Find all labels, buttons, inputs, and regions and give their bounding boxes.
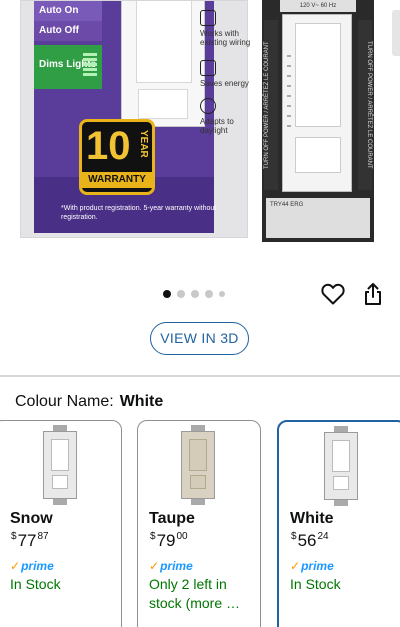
variant-card-taupe[interactable]: Taupe $7900 ✓ prime Only 2 left in stock …: [137, 420, 261, 627]
prime-badge: ✓ prime: [149, 559, 193, 573]
prime-check-icon: ✓: [290, 559, 301, 573]
variant-thumbnail: [181, 425, 215, 505]
feature-existing-wiring: Works with existing wiring: [200, 10, 260, 47]
prime-badge: ✓ prime: [10, 559, 54, 573]
stock-status: In Stock: [10, 576, 61, 592]
feature-label-auto-off: Auto Off: [34, 21, 102, 41]
variant-thumbnail: [43, 425, 77, 505]
device-left-label: TURN OFF POWER / ARRÊTEZ LE COURANT: [264, 20, 278, 190]
variant-name: Snow: [10, 510, 53, 527]
feature-daylight: Adapts to daylight: [200, 98, 260, 135]
feature-saves-energy: Saves energy: [200, 60, 260, 88]
heart-icon[interactable]: [319, 280, 347, 308]
carousel-dot-2: [177, 290, 185, 298]
dimmer-bars-graphic: [83, 53, 97, 83]
warranty-badge: 10 YEAR WARRANTY: [79, 119, 155, 195]
device-top-label: 120 V~ 60 Hz: [280, 0, 356, 12]
carousel-dot-1: [163, 290, 171, 298]
carousel-dot-3: [191, 290, 199, 298]
device-right-label: TURN OFF POWER / ARRÊTEZ LE COURANT: [358, 20, 372, 190]
carousel-dot-4: [205, 290, 213, 298]
variant-price: $5624: [291, 531, 329, 550]
carousel-dot-5: [219, 291, 225, 297]
warranty-label: WARRANTY: [82, 172, 152, 188]
sun-icon: [200, 98, 216, 114]
view-in-3d-button[interactable]: VIEW IN 3D: [150, 322, 249, 355]
prime-check-icon: ✓: [149, 559, 160, 573]
variant-card-white[interactable]: White $5624 ✓ prime In Stock: [277, 420, 400, 627]
variant-price: $7900: [150, 531, 188, 550]
product-image-carousel[interactable]: Auto On Auto Off Dims Lights 10 YEAR WAR…: [0, 0, 400, 245]
next-image-peek: [392, 10, 400, 56]
warranty-fine-print: *With product registration. 5-year warra…: [61, 205, 217, 221]
stock-status: In Stock: [290, 576, 341, 592]
feature-label-auto-on: Auto On: [34, 1, 102, 21]
dimmer-device-photo: 120 V~ 60 Hz TURN OFF POWER / ARRÊTEZ LE…: [262, 0, 374, 242]
warranty-number: 10: [86, 124, 131, 168]
device-bottom-label: TRY44 ERG: [266, 198, 370, 238]
prime-badge: ✓ prime: [290, 559, 334, 573]
variant-thumbnail: [324, 426, 358, 506]
wiring-icon: [200, 10, 216, 26]
package-switch-photo: [121, 1, 205, 127]
variant-card-snow[interactable]: Snow $7787 ✓ prime In Stock: [0, 420, 122, 627]
variant-name: White: [290, 510, 334, 527]
section-divider: [0, 375, 400, 377]
carousel-indicator: [163, 290, 225, 298]
colour-name-value: White: [119, 393, 164, 410]
colour-name-row: Colour Name: White: [15, 393, 163, 411]
share-icon[interactable]: [359, 280, 387, 308]
variant-name: Taupe: [149, 510, 195, 527]
colour-name-label: Colour Name:: [15, 393, 114, 410]
warranty-unit: YEAR: [138, 130, 149, 158]
prime-check-icon: ✓: [10, 559, 21, 573]
money-icon: [200, 60, 216, 76]
variant-price: $7787: [11, 531, 49, 550]
stock-status: Only 2 left in stock (more …: [149, 576, 241, 611]
